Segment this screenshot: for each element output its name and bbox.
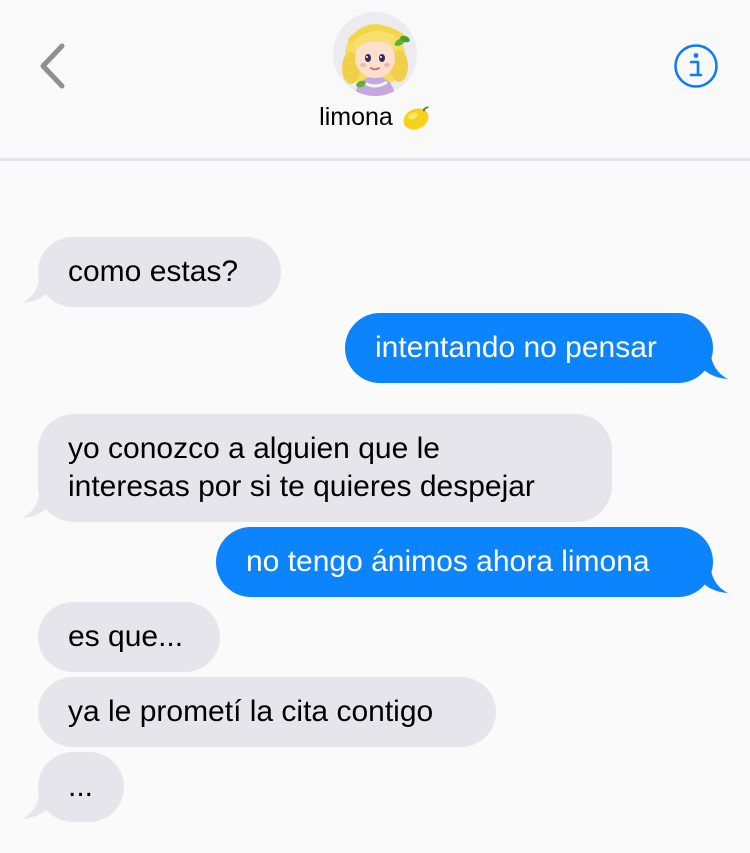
message-bubble-incoming[interactable]: ya le prometí la cita contigo <box>38 677 496 747</box>
info-icon <box>674 44 718 88</box>
back-button[interactable] <box>30 38 76 94</box>
message-text: no tengo ánimos ahora limona <box>246 545 650 578</box>
message-bubble-incoming[interactable]: como estas? <box>38 237 281 307</box>
message-text-line: interesas por si te quieres despejar <box>68 470 535 503</box>
info-button[interactable] <box>672 42 720 90</box>
contact-name[interactable]: limona <box>0 102 750 132</box>
message-text-line: yo conozco a alguien que le <box>68 432 440 465</box>
contact-avatar[interactable] <box>333 12 417 96</box>
message-bubble-incoming[interactable]: ... <box>38 752 124 822</box>
chevron-left-icon <box>40 43 65 89</box>
message-bubble-incoming[interactable]: es que... <box>38 602 220 672</box>
message-text: como estas? <box>68 255 239 288</box>
message-text: ya le prometí la cita contigo <box>68 695 434 728</box>
contact-name-label: limona <box>319 102 393 131</box>
conversation-header: limona <box>0 0 750 161</box>
message-text: es que... <box>68 620 184 653</box>
message-bubble-outgoing[interactable]: intentando no pensar <box>345 313 713 383</box>
message-bubble-outgoing[interactable]: no tengo ánimos ahora limona <box>216 527 713 597</box>
message-text: ... <box>68 770 94 803</box>
message-bubble-incoming[interactable]: yo conozco a alguien que le interesas po… <box>38 414 612 522</box>
lemon-emoji-icon <box>401 103 431 131</box>
message-text: intentando no pensar <box>375 331 657 364</box>
